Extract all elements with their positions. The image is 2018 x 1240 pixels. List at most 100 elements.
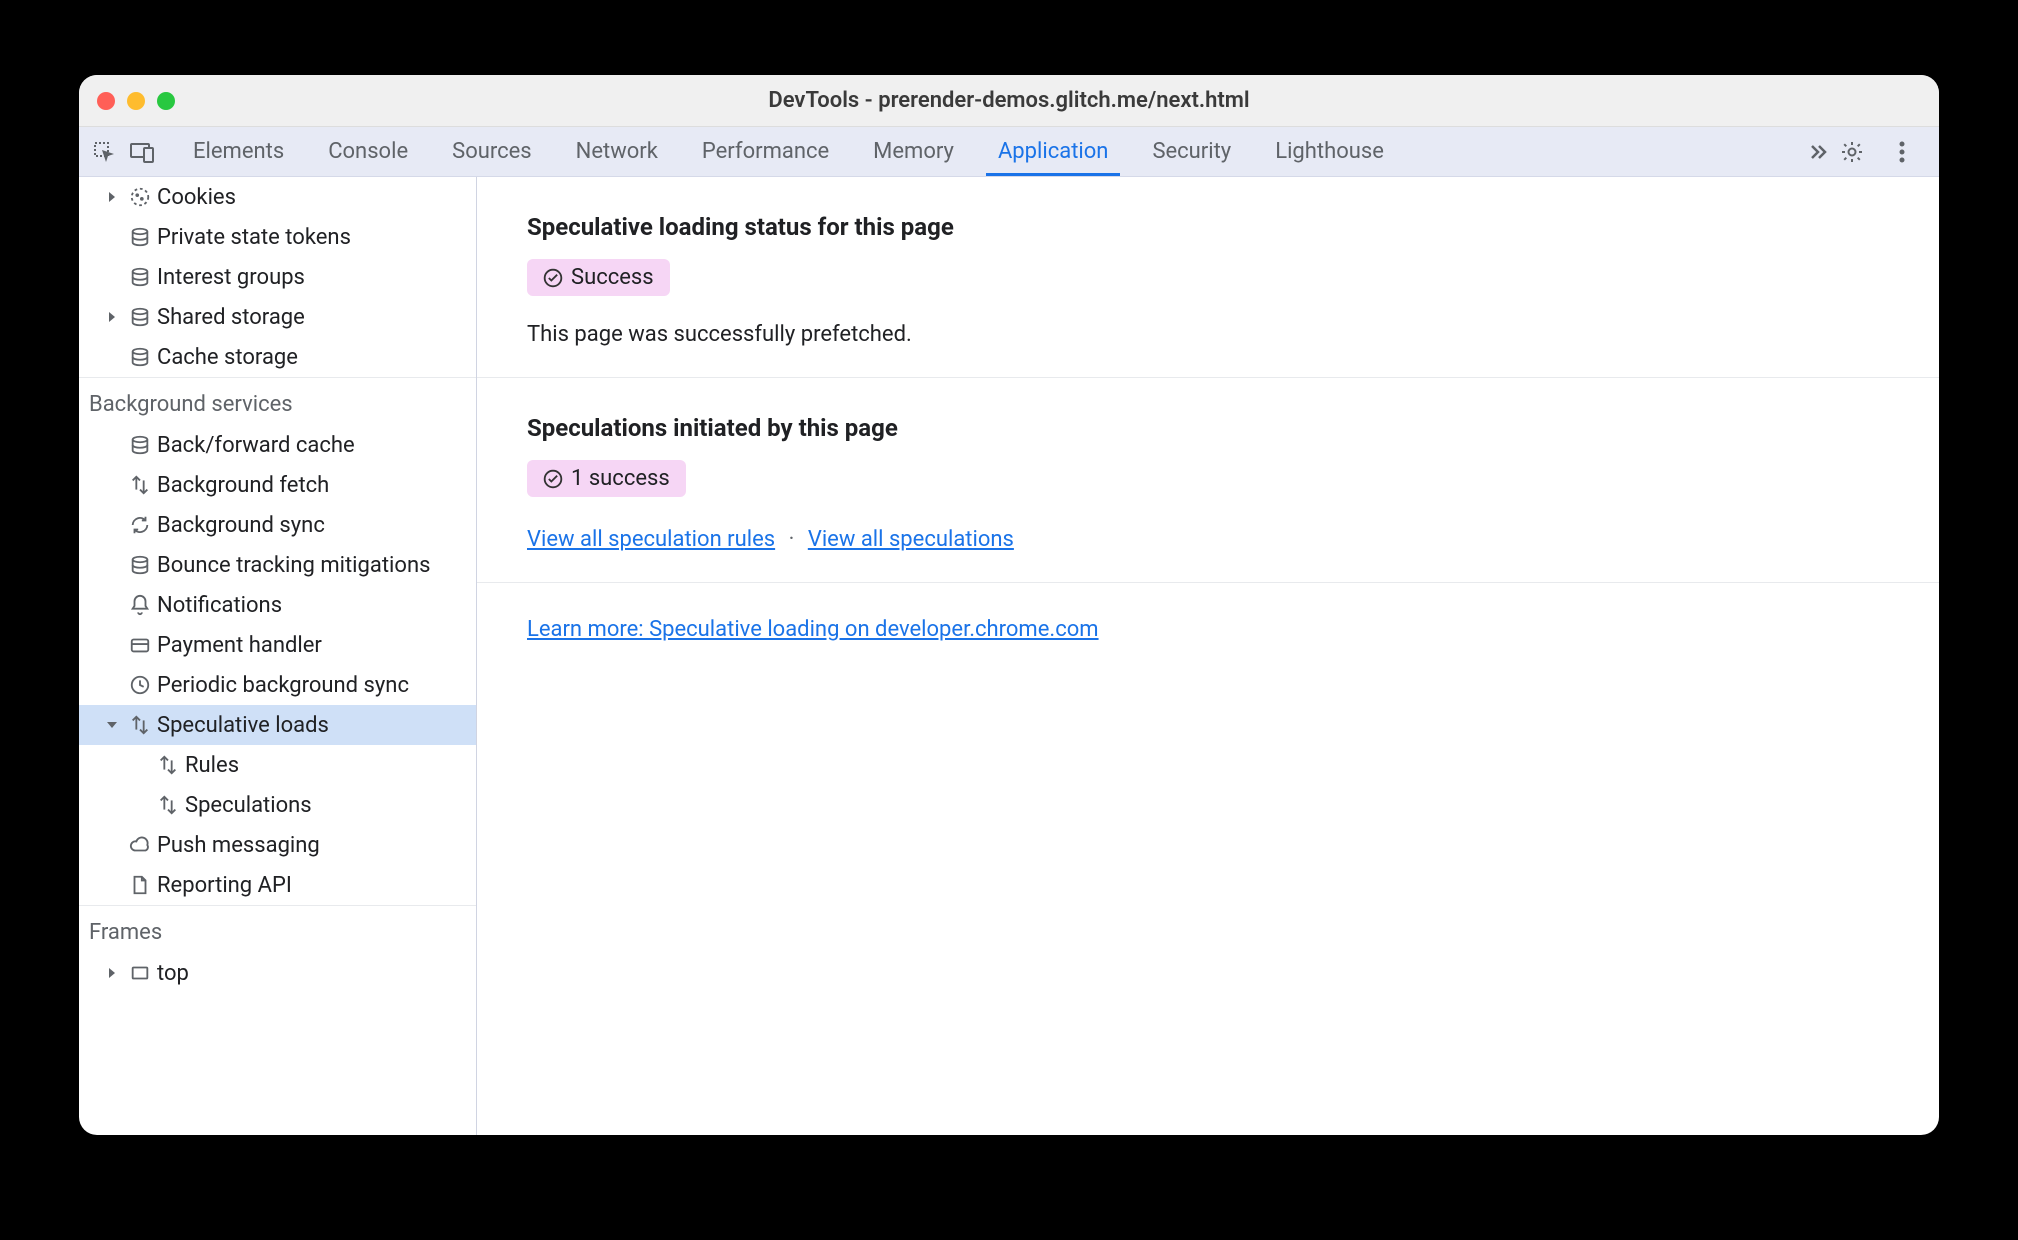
sidebar-item-label: Cookies	[155, 185, 236, 210]
settings-icon[interactable]	[1835, 135, 1869, 169]
db-icon	[125, 226, 155, 248]
expand-arrow-icon[interactable]	[99, 191, 125, 203]
tab-network[interactable]: Network	[554, 127, 680, 176]
titlebar: DevTools - prerender-demos.glitch.me/nex…	[79, 75, 1939, 127]
db-icon	[125, 346, 155, 368]
devtools-toolbar: ElementsConsoleSourcesNetworkPerformance…	[79, 127, 1939, 177]
minimize-window-button[interactable]	[127, 92, 145, 110]
learn-more-section: Learn more: Speculative loading on devel…	[477, 583, 1939, 676]
sidebar-item-label: Shared storage	[155, 305, 305, 330]
section-frames: Frames	[79, 905, 476, 953]
sidebar-item-push-messaging[interactable]: ▸Push messaging	[79, 825, 476, 865]
overflow-tabs-icon[interactable]	[1801, 135, 1835, 169]
sidebar-item-label: Speculations	[183, 793, 312, 818]
maximize-window-button[interactable]	[157, 92, 175, 110]
panel-tabs: ElementsConsoleSourcesNetworkPerformance…	[171, 127, 1801, 176]
window-title: DevTools - prerender-demos.glitch.me/nex…	[79, 88, 1939, 113]
sidebar-item-speculations[interactable]: ▸Speculations	[79, 785, 476, 825]
status-heading: Speculative loading status for this page	[527, 213, 1889, 241]
expand-arrow-icon[interactable]	[99, 311, 125, 323]
sidebar-item-label: Background fetch	[155, 473, 329, 498]
sidebar-item-payment-handler[interactable]: ▸Payment handler	[79, 625, 476, 665]
close-window-button[interactable]	[97, 92, 115, 110]
sidebar-item-label: Periodic background sync	[155, 673, 409, 698]
sidebar-item-back-forward-cache[interactable]: ▸Back/forward cache	[79, 425, 476, 465]
file-icon	[125, 874, 155, 896]
sync-icon	[125, 514, 155, 536]
sidebar-item-shared-storage[interactable]: Shared storage	[79, 297, 476, 337]
sidebar-item-interest-groups[interactable]: ▸Interest groups	[79, 257, 476, 297]
view-rules-link[interactable]: View all speculation rules	[527, 527, 775, 552]
updown-icon	[125, 474, 155, 496]
sidebar-item-bounce-tracking-mitigations[interactable]: ▸Bounce tracking mitigations	[79, 545, 476, 585]
status-text: This page was successfully prefetched.	[527, 322, 1889, 347]
sidebar-item-label: Notifications	[155, 593, 282, 618]
tab-elements[interactable]: Elements	[171, 127, 306, 176]
inspect-element-icon[interactable]	[87, 135, 121, 169]
sidebar-item-label: Speculative loads	[155, 713, 329, 738]
sidebar-item-background-sync[interactable]: ▸Background sync	[79, 505, 476, 545]
devtools-body: Cookies ▸Private state tokens▸Interest gr…	[79, 177, 1939, 1135]
status-section: Speculative loading status for this page…	[477, 177, 1939, 378]
more-menu-icon[interactable]	[1885, 135, 1919, 169]
sidebar-item-label: top	[155, 961, 189, 986]
tab-console[interactable]: Console	[306, 127, 430, 176]
sidebar-item-notifications[interactable]: ▸Notifications	[79, 585, 476, 625]
tab-security[interactable]: Security	[1130, 127, 1253, 176]
updown-icon	[125, 714, 155, 736]
tab-application[interactable]: Application	[976, 127, 1130, 176]
link-separator: ·	[781, 527, 803, 552]
db-icon	[125, 306, 155, 328]
frame-icon	[125, 962, 155, 984]
expand-arrow-icon[interactable]	[99, 719, 125, 731]
sidebar-item-label: Cache storage	[155, 345, 298, 370]
status-badge: Success	[527, 259, 670, 296]
tab-performance[interactable]: Performance	[680, 127, 851, 176]
sidebar-item-label: Interest groups	[155, 265, 305, 290]
sidebar-item-speculative-loads[interactable]: Speculative loads	[79, 705, 476, 745]
main-panel: Speculative loading status for this page…	[477, 177, 1939, 1135]
sidebar-item-background-fetch[interactable]: ▸Background fetch	[79, 465, 476, 505]
card-icon	[125, 634, 155, 656]
devtools-window: DevTools - prerender-demos.glitch.me/nex…	[79, 75, 1939, 1135]
sidebar-item-label: Background sync	[155, 513, 325, 538]
sidebar-item-label: Rules	[183, 753, 239, 778]
sidebar-item-label: Back/forward cache	[155, 433, 355, 458]
sidebar-item-reporting-api[interactable]: ▸Reporting API	[79, 865, 476, 905]
bell-icon	[125, 594, 155, 616]
initiated-heading: Speculations initiated by this page	[527, 414, 1889, 442]
tab-lighthouse[interactable]: Lighthouse	[1253, 127, 1406, 176]
sidebar-item-private-state-tokens[interactable]: ▸Private state tokens	[79, 217, 476, 257]
clock-icon	[125, 674, 155, 696]
cookie-icon	[125, 186, 155, 208]
sidebar-item-label: Reporting API	[155, 873, 292, 898]
updown-icon	[153, 754, 183, 776]
initiated-badge: 1 success	[527, 460, 686, 497]
expand-arrow-icon[interactable]	[99, 967, 125, 979]
updown-icon	[153, 794, 183, 816]
sidebar-item-cookies[interactable]: Cookies	[79, 177, 476, 217]
check-circle-icon	[543, 469, 563, 489]
section-background-services: Background services	[79, 377, 476, 425]
sidebar-item-top[interactable]: top	[79, 953, 476, 993]
initiated-badge-text: 1 success	[571, 466, 670, 491]
sidebar-item-cache-storage[interactable]: ▸Cache storage	[79, 337, 476, 377]
tab-memory[interactable]: Memory	[851, 127, 976, 176]
learn-more-link[interactable]: Learn more: Speculative loading on devel…	[527, 617, 1099, 642]
sidebar-item-rules[interactable]: ▸Rules	[79, 745, 476, 785]
tab-sources[interactable]: Sources	[430, 127, 554, 176]
initiated-section: Speculations initiated by this page 1 su…	[477, 378, 1939, 583]
sidebar-item-label: Bounce tracking mitigations	[155, 553, 430, 578]
sidebar-item-label: Private state tokens	[155, 225, 351, 250]
db-icon	[125, 434, 155, 456]
device-toolbar-icon[interactable]	[125, 135, 159, 169]
view-speculations-link[interactable]: View all speculations	[808, 527, 1014, 552]
cloud-icon	[125, 834, 155, 856]
sidebar-item-label: Push messaging	[155, 833, 320, 858]
application-sidebar: Cookies ▸Private state tokens▸Interest gr…	[79, 177, 477, 1135]
sidebar-item-periodic-background-sync[interactable]: ▸Periodic background sync	[79, 665, 476, 705]
traffic-lights	[79, 92, 175, 110]
sidebar-item-label: Payment handler	[155, 633, 322, 658]
check-circle-icon	[543, 268, 563, 288]
status-badge-text: Success	[571, 265, 654, 290]
